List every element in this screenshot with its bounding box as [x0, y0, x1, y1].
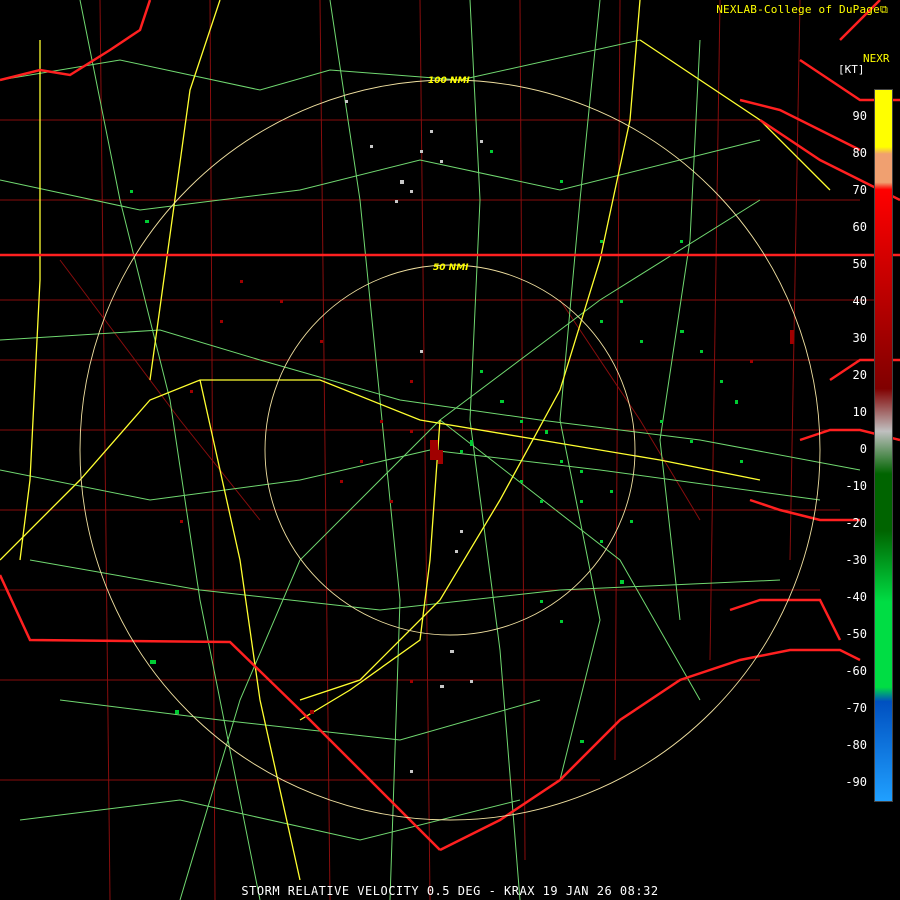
- velocity-color-scale: [874, 89, 893, 802]
- legend-tick-label: -50: [845, 627, 867, 641]
- radar-map: 100 NMI 50 NMI: [0, 0, 900, 900]
- legend-tick-label: -80: [845, 738, 867, 752]
- legend-tick-label: -10: [845, 479, 867, 493]
- product-code: NEXR: [863, 52, 890, 65]
- legend-tick-label: 90: [852, 109, 867, 123]
- legend-tick-label: -20: [845, 516, 867, 530]
- legend-tick-label: 60: [852, 220, 867, 234]
- velocity-returns-nearzero: [345, 100, 483, 773]
- legend-tick-label: -70: [845, 701, 867, 715]
- legend-tick-label: 30: [852, 331, 867, 345]
- legend-tick-label: 0: [859, 442, 867, 456]
- product-caption: STORM RELATIVE VELOCITY 0.5 DEG - KRAX 1…: [241, 884, 659, 898]
- ring-label-100: 100 NMI: [428, 76, 470, 86]
- legend-tick-label: -40: [845, 590, 867, 604]
- legend-tick-label: 70: [852, 183, 867, 197]
- highways: [0, 0, 831, 881]
- legend-tick-label: 40: [852, 294, 867, 308]
- ring-label-50: 50 NMI: [433, 263, 469, 273]
- legend-tick-label: -30: [845, 553, 867, 567]
- legend-tick-label: -60: [845, 664, 867, 678]
- legend-tick-label: 80: [852, 146, 867, 160]
- external-link-icon: ⧉: [879, 3, 888, 16]
- velocity-returns-outbound: [180, 280, 794, 714]
- range-ring-100nmi: [79, 79, 821, 821]
- legend-tick-label: 50: [852, 257, 867, 271]
- range-rings: [79, 79, 821, 821]
- radar-display: 100 NMI 50 NMI NEXLAB-College of DuPage⧉…: [0, 0, 900, 900]
- legend-tick-label: -90: [845, 775, 867, 789]
- legend-tick-label: 10: [852, 405, 867, 419]
- legend-units: [KT]: [838, 63, 865, 76]
- legend-tick-label: 20: [852, 368, 867, 382]
- range-ring-50nmi: [264, 264, 636, 636]
- credit-text: NEXLAB-College of DuPage⧉: [716, 3, 888, 16]
- county-lines: [0, 0, 900, 900]
